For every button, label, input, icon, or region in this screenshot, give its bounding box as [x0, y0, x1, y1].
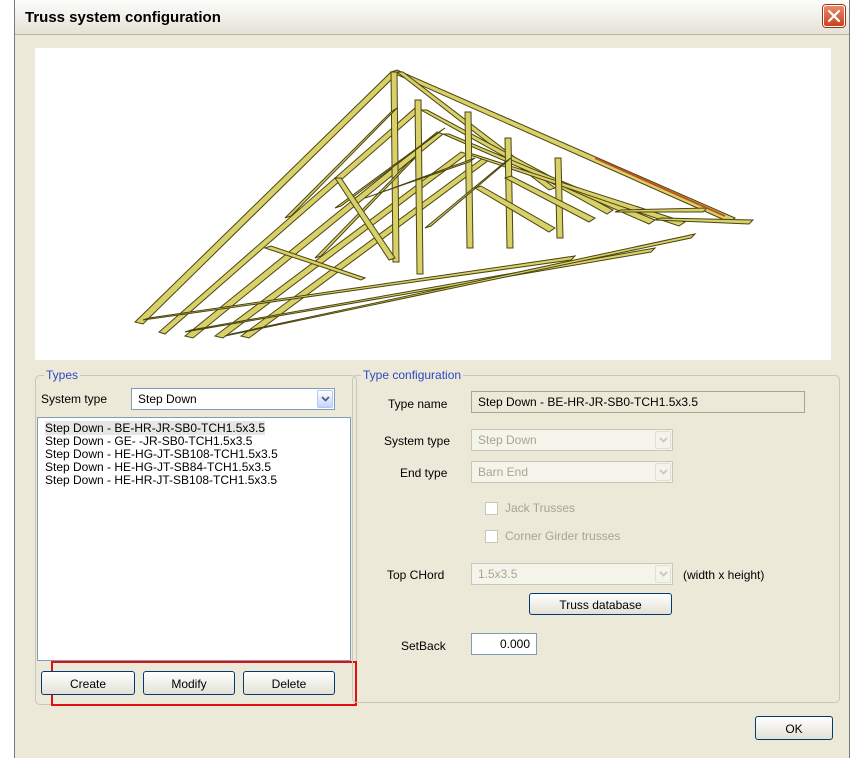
dropdown-arrow[interactable]	[655, 565, 671, 583]
setback-field[interactable]: 0.000	[471, 633, 537, 655]
setback-value: 0.000	[499, 637, 530, 651]
list-item[interactable]: Step Down - HE-HG-JT-SB84-TCH1.5x3.5	[45, 460, 271, 474]
chevron-down-icon	[659, 571, 668, 577]
corner-girder-checkbox[interactable]	[485, 530, 498, 543]
jack-trusses-checkbox[interactable]	[485, 502, 498, 515]
config-system-type-value: Step Down	[478, 433, 537, 447]
type-listbox[interactable]: Step Down - BE-HR-JR-SB0-TCH1.5x3.5 Step …	[37, 417, 351, 661]
types-system-type-label: System type	[41, 392, 108, 406]
create-button[interactable]: Create	[41, 671, 135, 695]
top-chord-select[interactable]: 1.5x3.5	[471, 563, 673, 585]
dropdown-arrow[interactable]	[655, 463, 671, 481]
close-icon	[828, 10, 840, 22]
dropdown-arrow[interactable]	[317, 390, 333, 408]
config-system-type-label: System type	[384, 434, 451, 448]
setback-label: SetBack	[401, 639, 446, 653]
type-name-value: Step Down - BE-HR-JR-SB0-TCH1.5x3.5	[478, 395, 699, 409]
config-system-type-select[interactable]: Step Down	[471, 429, 673, 451]
top-chord-value: 1.5x3.5	[478, 567, 518, 581]
types-legend: Types	[44, 368, 81, 382]
delete-button[interactable]: Delete	[243, 671, 335, 695]
type-configuration-legend: Type configuration	[361, 368, 464, 382]
top-chord-unit: (width x height)	[683, 568, 765, 582]
truss-preview	[35, 48, 831, 360]
list-item[interactable]: Step Down - HE-HG-JT-SB108-TCH1.5x3.5	[45, 447, 278, 461]
list-item[interactable]: Step Down - HE-HR-JT-SB108-TCH1.5x3.5	[45, 473, 277, 487]
chevron-down-icon	[659, 469, 668, 475]
list-item[interactable]: Step Down - BE-HR-JR-SB0-TCH1.5x3.5	[45, 421, 266, 435]
type-name-field[interactable]: Step Down - BE-HR-JR-SB0-TCH1.5x3.5	[471, 391, 805, 413]
end-type-label: End type	[400, 466, 448, 480]
dropdown-arrow[interactable]	[655, 431, 671, 449]
type-name-label: Type name	[388, 397, 448, 411]
dialog-window: Truss system configuration Types System …	[14, 0, 850, 758]
ok-button[interactable]: OK	[755, 716, 833, 740]
truss-3d-icon	[134, 69, 755, 339]
top-chord-label: Top CHord	[387, 568, 445, 582]
window-title: Truss system configuration	[25, 9, 221, 26]
types-system-type-select[interactable]: Step Down	[131, 388, 335, 410]
title-bar: Truss system configuration	[15, 0, 849, 35]
end-type-value: Barn End	[478, 465, 529, 479]
list-item[interactable]: Step Down - GE- -JR-SB0-TCH1.5x3.5	[45, 434, 252, 448]
corner-girder-label: Corner Girder trusses	[505, 529, 621, 543]
chevron-down-icon	[659, 437, 668, 443]
chevron-down-icon	[321, 396, 330, 402]
close-button[interactable]	[823, 5, 845, 27]
types-system-type-value: Step Down	[138, 392, 197, 406]
end-type-select[interactable]: Barn End	[471, 461, 673, 483]
jack-trusses-label: Jack Trusses	[505, 501, 576, 515]
modify-button[interactable]: Modify	[143, 671, 235, 695]
truss-database-button[interactable]: Truss database	[529, 593, 672, 615]
